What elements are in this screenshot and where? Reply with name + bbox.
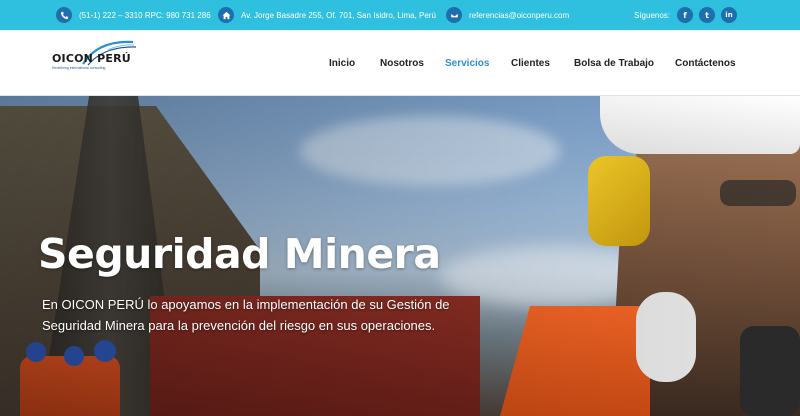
twitter-icon[interactable]: t [699, 7, 715, 23]
follow-label: Síguenos: [634, 10, 671, 20]
hero-title: Seguridad Minera [38, 230, 441, 278]
hero-banner: Seguridad Minera En OICON PERÚ lo apoyam… [0, 96, 800, 416]
phone-icon [56, 7, 72, 23]
nav-nosotros[interactable]: Nosotros [380, 30, 424, 96]
facebook-icon[interactable]: f [677, 7, 693, 23]
address-text: Av. Jorge Basadre 255, Of. 701, San Isid… [241, 10, 436, 20]
phone-contact[interactable]: (51-1) 222 – 3310 RPC: 980 731 286 [56, 0, 211, 30]
nav-contactenos[interactable]: Contáctenos [675, 30, 736, 96]
address-contact: Av. Jorge Basadre 255, Of. 701, San Isid… [218, 0, 436, 30]
nav-inicio[interactable]: Inicio [329, 30, 355, 96]
linkedin-icon[interactable]: in [721, 7, 737, 23]
home-icon [218, 7, 234, 23]
logo[interactable]: OICON PERÚ Redefining international cons… [52, 38, 142, 84]
phone-text: (51-1) 222 – 3310 RPC: 980 731 286 [79, 10, 211, 20]
nav-bolsa-de-trabajo[interactable]: Bolsa de Trabajo [574, 30, 654, 96]
email-text: referencias@oiconperu.com [469, 10, 570, 20]
top-contact-bar: (51-1) 222 – 3310 RPC: 980 731 286 Av. J… [0, 0, 800, 30]
hero-description: En OICON PERÚ lo apoyamos en la implemen… [42, 297, 450, 333]
logo-text: OICON PERÚ [52, 52, 131, 65]
nav-servicios[interactable]: Servicios [445, 30, 489, 96]
main-header: OICON PERÚ Redefining international cons… [0, 30, 800, 96]
nav-clientes[interactable]: Clientes [511, 30, 550, 96]
envelope-icon [446, 7, 462, 23]
email-contact[interactable]: referencias@oiconperu.com [446, 0, 569, 30]
logo-tagline: Redefining international consulting [52, 66, 106, 70]
